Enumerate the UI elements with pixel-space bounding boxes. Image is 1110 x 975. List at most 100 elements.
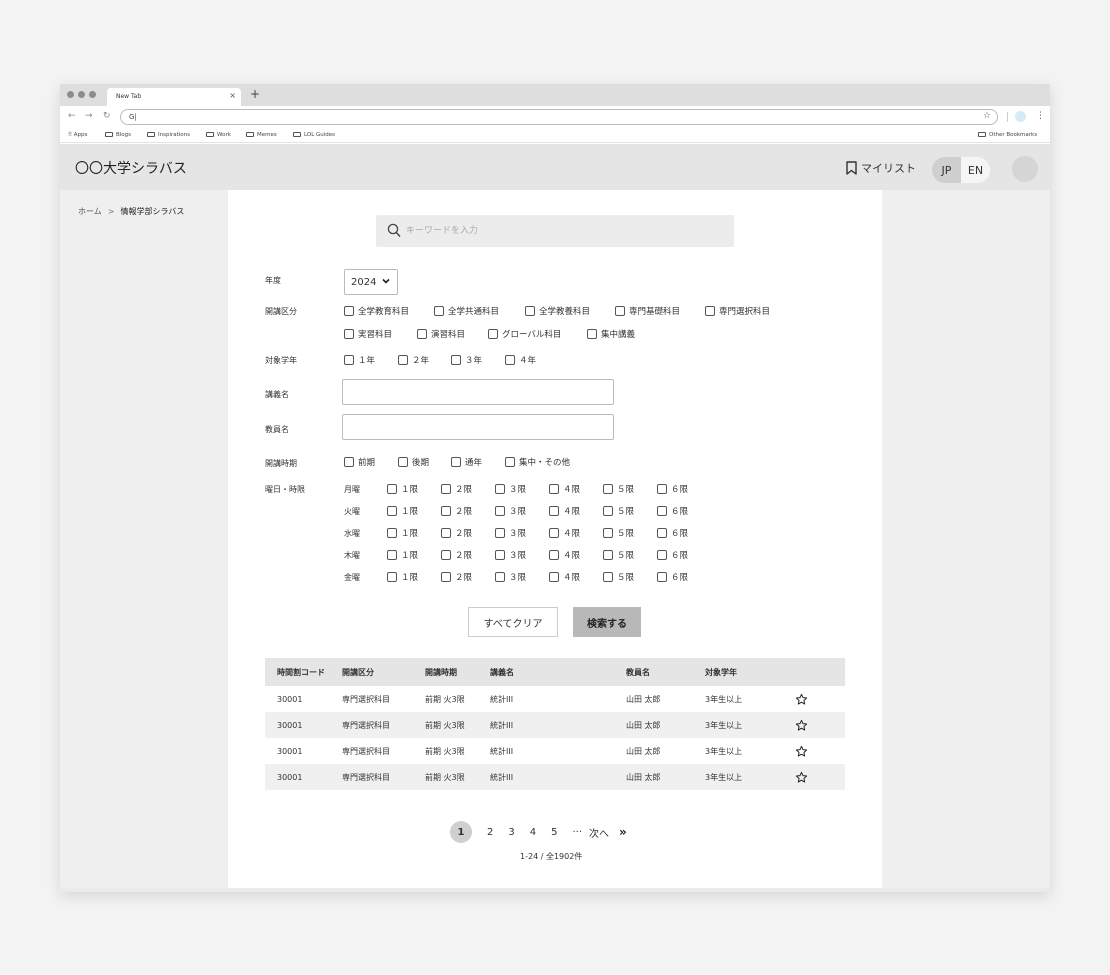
checkbox-box[interactable] xyxy=(657,528,667,538)
period-checkbox[interactable]: ２限 xyxy=(441,483,472,495)
reload-icon[interactable]: ↻ xyxy=(103,111,111,121)
checkbox-box[interactable] xyxy=(441,528,451,538)
checkbox-box[interactable] xyxy=(587,329,597,339)
category-checkbox[interactable]: 演習科目 xyxy=(417,328,465,340)
page-button[interactable]: 2 xyxy=(487,827,493,838)
last-page-icon[interactable]: » xyxy=(619,825,627,839)
period-checkbox[interactable]: １限 xyxy=(387,571,418,583)
checkbox-box[interactable] xyxy=(705,306,715,316)
page-button[interactable]: 5 xyxy=(551,827,557,838)
table-row[interactable]: 30001 専門選択科目 前期 火3限 統計III 山田 太郎 3年生以上 xyxy=(265,738,845,764)
period-checkbox[interactable]: １限 xyxy=(387,483,418,495)
period-checkbox[interactable]: ２限 xyxy=(441,527,472,539)
checkbox-box[interactable] xyxy=(344,457,354,467)
favorite-star-icon[interactable] xyxy=(795,738,808,764)
checkbox-box[interactable] xyxy=(657,484,667,494)
period-checkbox[interactable]: ３限 xyxy=(495,571,526,583)
checkbox-box[interactable] xyxy=(495,506,505,516)
checkbox-box[interactable] xyxy=(505,355,515,365)
checkbox-box[interactable] xyxy=(549,572,559,582)
period-checkbox[interactable]: １限 xyxy=(387,527,418,539)
category-checkbox[interactable]: 全学共通科目 xyxy=(434,305,499,317)
page-button[interactable]: 4 xyxy=(530,827,536,838)
category-checkbox[interactable]: 全学教養科目 xyxy=(525,305,590,317)
checkbox-box[interactable] xyxy=(451,355,461,365)
period-checkbox[interactable]: ３限 xyxy=(495,549,526,561)
grade-checkbox[interactable]: ３年 xyxy=(451,354,482,366)
period-checkbox[interactable]: １限 xyxy=(387,549,418,561)
period-checkbox[interactable]: ４限 xyxy=(549,505,580,517)
period-checkbox[interactable]: ５限 xyxy=(603,505,634,517)
instructor-input[interactable] xyxy=(342,414,614,440)
checkbox-box[interactable] xyxy=(549,484,559,494)
period-checkbox[interactable]: ６限 xyxy=(657,527,688,539)
bookmark-inspirations[interactable]: Inspirations xyxy=(147,132,190,138)
period-checkbox[interactable]: ６限 xyxy=(657,483,688,495)
checkbox-box[interactable] xyxy=(387,484,397,494)
checkbox-box[interactable] xyxy=(495,550,505,560)
address-bar[interactable]: G| ☆ xyxy=(120,109,998,125)
tab-close-icon[interactable]: × xyxy=(229,91,236,100)
checkbox-box[interactable] xyxy=(387,550,397,560)
category-checkbox[interactable]: 実習科目 xyxy=(344,328,392,340)
page-button-current[interactable]: 1 xyxy=(450,821,472,843)
checkbox-box[interactable] xyxy=(549,528,559,538)
favorite-star-icon[interactable] xyxy=(795,712,808,738)
checkbox-box[interactable] xyxy=(603,484,613,494)
column-header[interactable]: 開講区分 xyxy=(342,658,374,686)
page-button[interactable]: 3 xyxy=(508,827,514,838)
checkbox-box[interactable] xyxy=(344,306,354,316)
checkbox-box[interactable] xyxy=(398,457,408,467)
period-checkbox[interactable]: ４限 xyxy=(549,527,580,539)
category-checkbox[interactable]: 集中講義 xyxy=(587,328,635,340)
clear-all-button[interactable]: すべてクリア xyxy=(468,607,558,637)
period-checkbox[interactable]: ５限 xyxy=(603,483,634,495)
column-header[interactable]: 対象学年 xyxy=(705,658,737,686)
bookmark-apps[interactable]: ⠿ Apps xyxy=(68,132,87,138)
checkbox-box[interactable] xyxy=(495,528,505,538)
category-checkbox[interactable]: 全学教育科目 xyxy=(344,305,409,317)
period-checkbox[interactable]: ４限 xyxy=(549,549,580,561)
window-controls[interactable] xyxy=(67,91,96,98)
checkbox-box[interactable] xyxy=(344,329,354,339)
bookmark-other[interactable]: Other Bookmarks xyxy=(978,132,1037,138)
checkbox-box[interactable] xyxy=(603,550,613,560)
site-title[interactable]: 〇〇大学シラバス xyxy=(75,158,187,178)
grade-checkbox[interactable]: １年 xyxy=(344,354,375,366)
browser-tab[interactable]: New Tab × xyxy=(107,88,241,106)
checkbox-box[interactable] xyxy=(657,550,667,560)
bookmark-star-icon[interactable]: ☆ xyxy=(983,111,991,121)
next-page-button[interactable]: 次へ xyxy=(589,825,609,840)
checkbox-box[interactable] xyxy=(549,506,559,516)
period-checkbox[interactable]: ２限 xyxy=(441,571,472,583)
period-checkbox[interactable]: ３限 xyxy=(495,483,526,495)
mylist-link[interactable]: マイリスト xyxy=(846,160,916,176)
checkbox-box[interactable] xyxy=(488,329,498,339)
checkbox-box[interactable] xyxy=(505,457,515,467)
period-checkbox[interactable]: ５限 xyxy=(603,527,634,539)
checkbox-box[interactable] xyxy=(549,550,559,560)
checkbox-box[interactable] xyxy=(603,528,613,538)
category-checkbox[interactable]: 専門基礎科目 xyxy=(615,305,680,317)
checkbox-box[interactable] xyxy=(387,572,397,582)
checkbox-box[interactable] xyxy=(441,484,451,494)
checkbox-box[interactable] xyxy=(398,355,408,365)
bookmark-blogs[interactable]: Blogs xyxy=(105,132,131,138)
back-icon[interactable]: ← xyxy=(68,111,76,121)
period-checkbox[interactable]: ６限 xyxy=(657,571,688,583)
checkbox-box[interactable] xyxy=(657,506,667,516)
column-header[interactable]: 講義名 xyxy=(490,658,514,686)
checkbox-box[interactable] xyxy=(615,306,625,316)
period-checkbox[interactable]: ６限 xyxy=(657,549,688,561)
period-checkbox[interactable]: ５限 xyxy=(603,571,634,583)
period-checkbox[interactable]: ６限 xyxy=(657,505,688,517)
term-checkbox[interactable]: 後期 xyxy=(398,456,429,468)
period-checkbox[interactable]: ２限 xyxy=(441,505,472,517)
checkbox-box[interactable] xyxy=(387,528,397,538)
checkbox-box[interactable] xyxy=(495,484,505,494)
breadcrumb-home[interactable]: ホーム xyxy=(78,207,102,216)
term-checkbox[interactable]: 集中・その他 xyxy=(505,456,570,468)
checkbox-box[interactable] xyxy=(603,572,613,582)
column-header[interactable]: 時間割コード xyxy=(277,658,325,686)
checkbox-box[interactable] xyxy=(441,506,451,516)
